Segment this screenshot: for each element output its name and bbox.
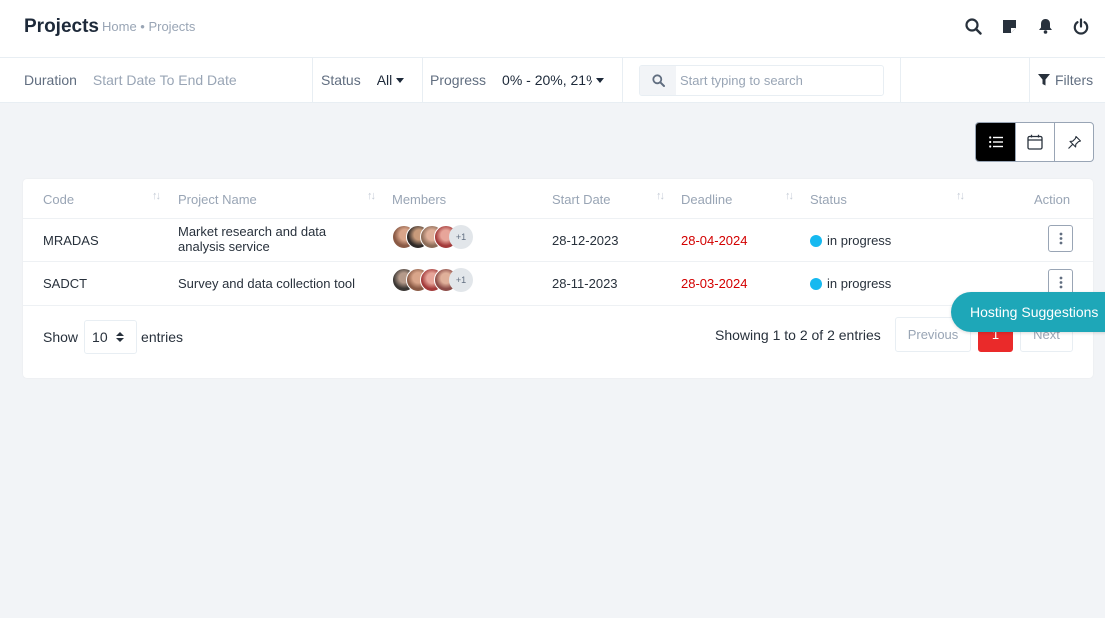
duration-label: Duration <box>24 72 77 88</box>
page-length-value: 10 <box>92 329 108 345</box>
header-action: Action <box>1034 191 1071 207</box>
header-status[interactable]: Status <box>810 179 847 219</box>
deadline-date: 28-03-2024 <box>681 276 748 291</box>
show-label: Show <box>43 329 79 345</box>
calendar-view-button[interactable] <box>1015 123 1054 161</box>
sort-icon[interactable]: ↑↓ <box>152 190 161 202</box>
duration-value[interactable]: Start Date To End Date <box>93 72 237 88</box>
header-members: Members <box>392 191 447 207</box>
filter-bar: Duration Start Date To End Date Status A… <box>0 58 1105 103</box>
status-filter-value: All <box>376 72 393 88</box>
duration-filter[interactable]: Duration Start Date To End Date <box>0 58 313 102</box>
view-toggle <box>975 122 1094 162</box>
list-view-icon <box>988 136 1003 148</box>
status-filter-dropdown[interactable]: All <box>377 72 405 88</box>
status-cell: in progress <box>810 219 891 262</box>
header-project-name[interactable]: Project Name <box>178 179 257 219</box>
project-code: MRADAS <box>43 233 99 248</box>
breadcrumb[interactable]: Home • Projects <box>102 19 195 34</box>
pin-view-button[interactable] <box>1054 123 1093 161</box>
status-filter: Status All <box>313 58 423 102</box>
filters-button[interactable]: Filters <box>1038 58 1093 102</box>
sort-icon[interactable]: ↑↓ <box>956 190 965 202</box>
header-start-date[interactable]: Start Date <box>552 179 611 219</box>
sort-icon[interactable]: ↑↓ <box>656 190 665 202</box>
sort-arrows-icon <box>115 332 124 342</box>
project-code: SADCT <box>43 276 88 291</box>
sticky-note-icon[interactable] <box>991 14 1027 38</box>
progress-filter: Progress 0% - 20%, 21% <box>423 58 623 102</box>
row-action-button[interactable] <box>1048 225 1073 252</box>
deadline-date: 28-04-2024 <box>681 233 748 248</box>
status-cell: in progress <box>810 262 891 305</box>
pin-view-icon <box>1067 135 1081 149</box>
power-icon[interactable] <box>1063 14 1099 38</box>
more-members-badge[interactable]: +1 <box>449 225 473 249</box>
entries-label: entries <box>141 329 184 345</box>
header-code[interactable]: Code <box>43 179 74 219</box>
hosting-suggestions-button[interactable]: Hosting Suggestions <box>951 292 1105 332</box>
search-input[interactable] <box>676 73 876 88</box>
page-length-control: Show 10 entries <box>43 320 183 354</box>
start-date: 28-11-2023 <box>552 276 618 291</box>
filters-label: Filters <box>1055 72 1094 88</box>
top-bar: Projects Home • Projects <box>0 0 1105 58</box>
list-view-button[interactable] <box>976 123 1015 161</box>
header-deadline[interactable]: Deadline <box>681 179 732 219</box>
search-icon <box>640 66 676 95</box>
search-box <box>639 65 884 96</box>
project-name-link[interactable]: Survey and data collection tool <box>178 262 355 305</box>
search-icon[interactable] <box>955 14 991 38</box>
more-members-badge[interactable]: +1 <box>449 268 473 292</box>
filter-icon <box>1038 74 1050 86</box>
status-text: in progress <box>827 276 892 291</box>
start-date: 28-12-2023 <box>552 233 619 248</box>
progress-filter-value: 0% - 20%, 21% <box>502 72 593 88</box>
top-icons <box>955 14 1099 38</box>
kebab-menu-icon <box>1059 276 1062 289</box>
page-title: Projects <box>24 16 99 37</box>
progress-filter-dropdown[interactable]: 0% - 20%, 21% <box>502 72 605 88</box>
projects-table-card: Code ↑↓ Project Name ↑↓ Members Start Da… <box>23 179 1093 378</box>
page-length-select[interactable]: 10 <box>84 320 138 354</box>
sort-icon[interactable]: ↑↓ <box>367 190 376 202</box>
status-filter-label: Status <box>321 72 361 88</box>
bell-icon[interactable] <box>1027 14 1063 38</box>
member-avatars[interactable]: +1 <box>392 268 473 292</box>
status-dot <box>810 277 822 290</box>
chevron-down-icon <box>396 77 405 83</box>
member-avatars[interactable]: +1 <box>392 225 473 249</box>
chevron-down-icon <box>596 77 605 83</box>
kebab-menu-icon <box>1059 232 1062 245</box>
calendar-view-icon <box>1027 134 1043 150</box>
progress-filter-label: Progress <box>430 72 487 88</box>
status-dot <box>810 234 822 247</box>
table-info: Showing 1 to 2 of 2 entries <box>715 327 881 343</box>
project-name-link[interactable]: Market research and data analysis servic… <box>178 224 368 254</box>
status-text: in progress <box>827 233 892 248</box>
sort-icon[interactable]: ↑↓ <box>785 190 794 202</box>
